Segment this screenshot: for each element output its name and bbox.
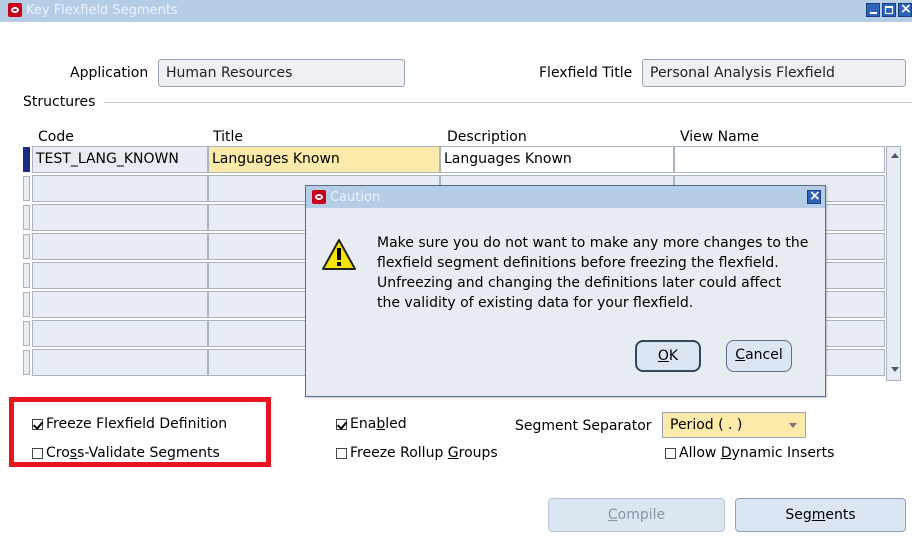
row-selector[interactable] xyxy=(23,205,30,230)
minimize-icon[interactable] xyxy=(866,3,880,17)
column-header-description: Description xyxy=(447,129,527,145)
table-cell[interactable] xyxy=(32,262,208,289)
maximize-icon[interactable] xyxy=(882,3,896,17)
freeze-rollup-groups-label: Freeze Rollup Groups xyxy=(350,445,498,461)
scroll-down-icon[interactable] xyxy=(891,367,899,372)
table-cell-view-name[interactable] xyxy=(674,146,885,173)
table-cell[interactable] xyxy=(32,291,208,318)
window-controls xyxy=(866,1,912,19)
segment-separator-value: Period ( . ) xyxy=(670,417,743,433)
message-line: Unfreezing and changing the definitions … xyxy=(377,275,782,291)
row-selector[interactable] xyxy=(23,292,30,317)
table-cell-code[interactable]: TEST_LANG_KNOWN xyxy=(32,146,208,173)
message-line: flexfield segment definitions before fre… xyxy=(377,255,779,271)
column-header-title: Title xyxy=(213,129,244,145)
checkbox-checked-icon[interactable] xyxy=(32,418,43,430)
chevron-down-icon[interactable] xyxy=(789,423,797,428)
checkbox-checked-icon[interactable] xyxy=(336,418,347,430)
flexfield-title-field[interactable]: Personal Analysis Flexfield xyxy=(642,59,906,87)
message-line: the validity of existing data for your f… xyxy=(377,295,694,311)
freeze-flexfield-definition-checkbox[interactable]: Freeze Flexfield Definition xyxy=(32,415,227,433)
table-cell-title[interactable]: Languages Known xyxy=(208,146,440,173)
row-selector[interactable] xyxy=(23,321,30,346)
table-cell[interactable] xyxy=(32,320,208,347)
close-icon[interactable] xyxy=(807,188,821,204)
checkbox-unchecked-icon[interactable] xyxy=(336,447,347,459)
row-selector-active[interactable] xyxy=(23,147,30,172)
caution-dialog: Caution Make sure you do not want to mak… xyxy=(305,185,826,397)
dialog-title-bar[interactable]: Caution xyxy=(306,186,825,208)
window-title: Key Flexfield Segments xyxy=(26,3,178,18)
row-selector[interactable] xyxy=(23,176,30,201)
table-cell[interactable] xyxy=(32,233,208,260)
allow-dynamic-inserts-checkbox[interactable]: Allow Dynamic Inserts xyxy=(665,444,834,462)
freeze-rollup-groups-checkbox[interactable]: Freeze Rollup Groups xyxy=(336,444,498,462)
warning-icon xyxy=(322,239,356,270)
freeze-flexfield-definition-label: Freeze Flexfield Definition xyxy=(46,416,228,432)
table-cell[interactable] xyxy=(32,349,208,376)
segment-separator-select[interactable]: Period ( . ) xyxy=(662,412,806,438)
enabled-label: Enabled xyxy=(350,416,407,432)
message-line: Make sure you do not want to make any mo… xyxy=(377,235,809,251)
window-title-bar[interactable]: Key Flexfield Segments xyxy=(0,0,912,22)
segments-button[interactable]: Segments xyxy=(735,498,906,532)
table-cell[interactable] xyxy=(32,175,208,202)
table-cell[interactable] xyxy=(32,204,208,231)
application-field[interactable]: Human Resources xyxy=(158,59,405,87)
ok-button[interactable]: OK xyxy=(635,340,701,372)
section-divider xyxy=(104,102,912,103)
oracle-logo-icon xyxy=(8,3,22,17)
checkbox-unchecked-icon[interactable] xyxy=(32,447,43,459)
column-header-view-name: View Name xyxy=(680,129,759,145)
close-icon[interactable] xyxy=(898,1,912,17)
table-vertical-scrollbar[interactable] xyxy=(886,146,901,381)
scroll-up-icon[interactable] xyxy=(891,153,899,158)
dialog-title: Caution xyxy=(330,190,381,205)
structures-section-label: Structures xyxy=(23,94,96,110)
oracle-logo-icon xyxy=(312,190,326,204)
dialog-message: Make sure you do not want to make any mo… xyxy=(377,233,817,313)
table-cell-description[interactable]: Languages Known xyxy=(440,146,674,173)
checkbox-unchecked-icon[interactable] xyxy=(665,447,676,459)
row-selector[interactable] xyxy=(23,234,30,259)
column-header-code: Code xyxy=(38,129,74,145)
row-selector[interactable] xyxy=(23,263,30,288)
flexfield-title-label: Flexfield Title xyxy=(539,65,633,81)
segment-separator-label: Segment Separator xyxy=(515,418,652,434)
cross-validate-segments-checkbox[interactable]: Cross-Validate Segments xyxy=(32,444,220,462)
cancel-button[interactable]: Cancel xyxy=(726,340,792,372)
enabled-checkbox[interactable]: Enabled xyxy=(336,415,407,433)
application-label: Application xyxy=(70,65,149,81)
compile-button[interactable]: Compile xyxy=(548,498,725,532)
row-selector[interactable] xyxy=(23,350,30,375)
cross-validate-segments-label: Cross-Validate Segments xyxy=(46,445,220,461)
allow-dynamic-inserts-label: Allow Dynamic Inserts xyxy=(679,445,835,461)
